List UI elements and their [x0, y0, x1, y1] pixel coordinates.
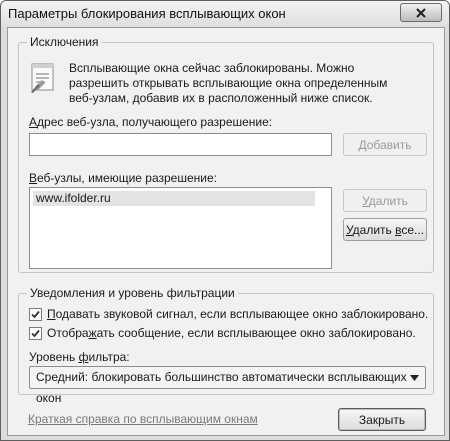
notifications-group: Уведомления и уровень фильтрации Подават…: [18, 286, 434, 405]
notifications-group-title: Уведомления и уровень фильтрации: [27, 286, 238, 300]
list-item[interactable]: www.ifolder.ru: [33, 191, 315, 206]
exceptions-group-title: Исключения: [27, 35, 102, 49]
remove-button-label: Удалить: [362, 193, 408, 208]
sound-checkbox[interactable]: [29, 308, 42, 321]
message-checkbox-label[interactable]: Отображать сообщение, если всплывающее о…: [47, 326, 416, 340]
allowed-sites-list[interactable]: www.ifolder.ru: [29, 187, 332, 269]
exceptions-group: Исключения Всплывающие окна сейчас забло…: [18, 35, 434, 273]
dialog-body: Исключения Всплывающие окна сейчас забло…: [7, 27, 445, 436]
title-bar[interactable]: Параметры блокирования всплывающих окон: [1, 1, 449, 27]
info-text: Всплывающие окна сейчас заблокированы. М…: [69, 61, 388, 105]
allowed-sites-label: Веб-узлы, имеющие разрешение:: [29, 171, 217, 185]
checkmark-icon: [31, 329, 40, 338]
remove-all-button-label: Удалить все...: [345, 222, 425, 237]
filter-level-label: Уровень фильтра:: [29, 350, 130, 364]
remove-button[interactable]: Удалить: [343, 189, 427, 212]
filter-level-select[interactable]: Средний: блокировать большинство автомат…: [29, 366, 426, 405]
popup-blocker-settings-window: Параметры блокирования всплывающих окон …: [0, 0, 450, 441]
chevron-down-icon: [410, 375, 419, 381]
close-icon: [416, 7, 426, 18]
filter-level-value: Средний: блокировать большинство автомат…: [36, 370, 407, 405]
sound-checkbox-label[interactable]: Подавать звуковой сигнал, если всплывающ…: [47, 307, 428, 321]
address-label: Адрес веб-узла, получающего разрешение:: [29, 115, 273, 129]
close-button[interactable]: Закрыть: [338, 408, 426, 431]
window-title: Параметры блокирования всплывающих окон: [8, 6, 286, 21]
message-checkbox[interactable]: [29, 327, 42, 340]
help-link[interactable]: Краткая справка по всплывающим окнам: [28, 412, 258, 426]
window-close-button[interactable]: [400, 3, 442, 22]
address-input[interactable]: [29, 133, 332, 156]
add-button[interactable]: Добавить: [343, 133, 427, 156]
checkmark-icon: [31, 310, 40, 319]
notepad-icon: [31, 63, 54, 93]
remove-all-button[interactable]: Удалить все...: [343, 218, 427, 241]
add-button-label: Добавить: [358, 137, 412, 152]
